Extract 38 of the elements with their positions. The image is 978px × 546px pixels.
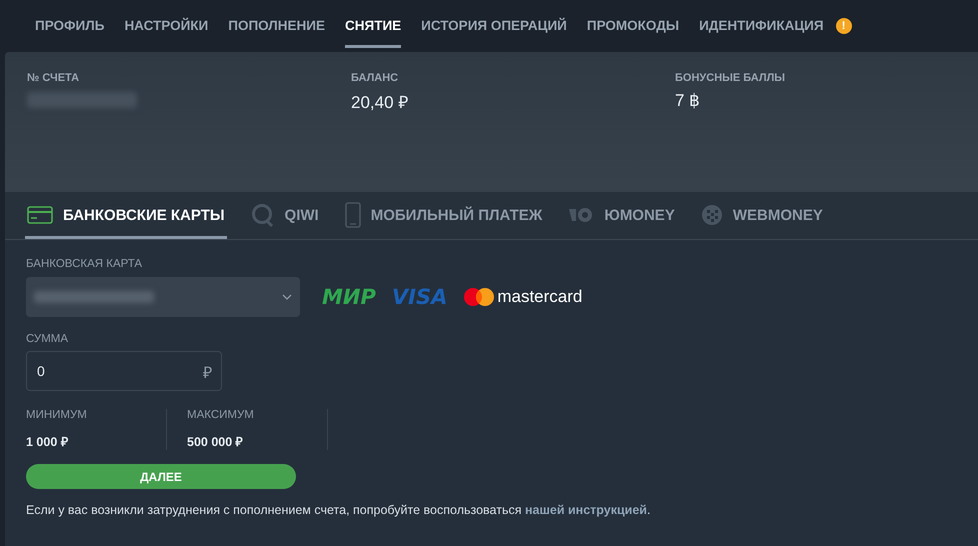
chevron-icon [282, 294, 292, 300]
profile-tab[interactable]: НАСТРОЙКИ [124, 4, 208, 48]
profile-tab[interactable]: ИСТОРИЯ ОПЕРАЦИЙ [421, 4, 567, 48]
limit-value: 500 000 ₽ [187, 434, 244, 450]
card-select[interactable] [26, 277, 300, 317]
circles-icon [463, 287, 496, 307]
coin-icon [568, 206, 594, 224]
brand-logo: VISA [392, 285, 448, 309]
limit-value: 1 000 ₽ [26, 434, 69, 450]
next-button[interactable]: ДАЛЕЕ [26, 464, 296, 489]
info-label: БАЛАНС [351, 72, 400, 84]
brand-logo: МИР [322, 285, 376, 309]
info-label: № СЧЕТА [27, 72, 80, 84]
info-value: 7 ฿ [675, 90, 702, 111]
currency-sign: ₽ [203, 364, 212, 383]
limit-label: МАКСИМУМ [187, 409, 255, 421]
info-value: 20,40 ₽ [351, 92, 410, 113]
help-text: Если у вас возникли затруднения с пополнением счета, попробуйте воспользоваться нашей инструкцией. [26, 503, 650, 517]
card-icon [27, 206, 53, 224]
circle-icon [250, 203, 275, 227]
info-label: БОНУСНЫЕ БАЛЛЫ [675, 72, 786, 84]
method-tab[interactable]: ЮMONEY [566, 198, 677, 239]
warning-badge: ! [836, 18, 852, 34]
profile-tab[interactable]: СНЯТИЕ [345, 4, 402, 48]
field-label: СУММА [26, 333, 68, 345]
profile-tab[interactable]: ПОПОЛНЕНИЕ [228, 4, 325, 48]
brand-logo: mastercard [497, 287, 582, 307]
field-label: БАНКОВСКАЯ КАРТА [26, 258, 142, 270]
method-tab[interactable]: QIWI [248, 198, 321, 239]
profile-tab[interactable]: ИДЕНТИФИКАЦИЯ [699, 4, 824, 48]
phone-icon [344, 202, 361, 228]
method-tab[interactable]: МОБИЛЬНЫЙ ПЛАТЕЖ [342, 198, 544, 239]
method-tab[interactable]: WEBMONEY [698, 198, 825, 239]
profile-tab[interactable]: ПРОФИЛЬ [35, 4, 104, 48]
profile-tab[interactable]: ПРОМОКОДЫ [586, 4, 680, 48]
instruction-link[interactable]: нашей инструкцией [524, 503, 647, 517]
limit-label: МИНИМУМ [26, 409, 88, 421]
globe-icon [700, 204, 723, 226]
